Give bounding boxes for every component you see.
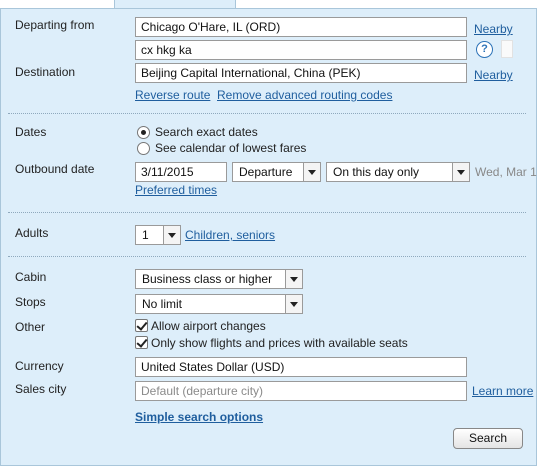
stops-select[interactable]: No limit [135, 294, 303, 314]
preferred-times-link[interactable]: Preferred times [135, 183, 217, 197]
allow-airport-changes-label: Allow airport changes [151, 319, 266, 333]
chevron-down-icon [303, 163, 320, 181]
available-seats-checkbox[interactable] [135, 336, 148, 349]
dates-label: Dates [15, 125, 47, 139]
departing-from-input[interactable]: Chicago O'Hare, IL (ORD) [135, 17, 467, 37]
exact-dates-label: Search exact dates [155, 125, 258, 139]
chevron-down-icon [285, 295, 302, 313]
sales-city-input[interactable]: Default (departure city) [135, 381, 467, 401]
calendar-fares-label: See calendar of lowest fares [155, 141, 307, 155]
departing-nearby-link[interactable]: Nearby [474, 22, 513, 36]
cabin-label: Cabin [15, 270, 47, 284]
simple-search-options-link[interactable]: Simple search options [135, 410, 263, 424]
day-hint: Wed, Mar 1 [475, 165, 537, 179]
calendar-fares-radio[interactable] [137, 142, 150, 155]
currency-input[interactable]: United States Dollar (USD) [135, 357, 467, 377]
divider [8, 212, 526, 213]
cabin-select[interactable]: Business class or higher [135, 269, 303, 289]
time-type-value: Departure [239, 165, 293, 179]
cabin-value: Business class or higher [142, 272, 273, 286]
adults-value: 1 [142, 228, 149, 242]
currency-label: Currency [15, 359, 64, 373]
outbound-date-input[interactable]: 3/11/2015 [135, 162, 227, 182]
destination-label: Destination [15, 65, 76, 79]
divider [8, 113, 526, 114]
allow-airport-changes-checkbox[interactable] [135, 319, 148, 332]
routing-code-input[interactable]: cx hkg ka [135, 40, 467, 60]
help-icon[interactable]: ? [476, 41, 493, 58]
adults-label: Adults [15, 226, 49, 240]
chevron-down-icon [285, 270, 302, 288]
available-seats-label: Only show flights and prices with availa… [151, 336, 408, 350]
reverse-route-link[interactable]: Reverse route [135, 88, 210, 102]
departing-from-label: Departing from [15, 18, 95, 32]
destination-nearby-link[interactable]: Nearby [474, 68, 513, 82]
flexibility-value: On this day only [333, 165, 420, 179]
chevron-down-icon [163, 226, 180, 244]
remove-routing-codes-link[interactable]: Remove advanced routing codes [217, 88, 392, 102]
destination-input[interactable]: Beijing Capital International, China (PE… [135, 63, 467, 83]
adults-select[interactable]: 1 [135, 225, 181, 245]
outbound-date-label: Outbound date [15, 162, 95, 176]
learn-more-link[interactable]: Learn more [472, 384, 533, 398]
blank-box [501, 40, 513, 58]
children-seniors-link[interactable]: Children, seniors [185, 228, 275, 242]
stops-label: Stops [15, 295, 46, 309]
other-label: Other [15, 320, 46, 334]
search-button[interactable]: Search [453, 428, 523, 449]
chevron-down-icon [452, 163, 469, 181]
flexibility-select[interactable]: On this day only [326, 162, 470, 182]
sales-city-label: Sales city [15, 382, 67, 396]
divider [8, 256, 526, 257]
time-type-select[interactable]: Departure [232, 162, 321, 182]
exact-dates-radio[interactable] [137, 126, 150, 139]
stops-value: No limit [142, 297, 183, 311]
